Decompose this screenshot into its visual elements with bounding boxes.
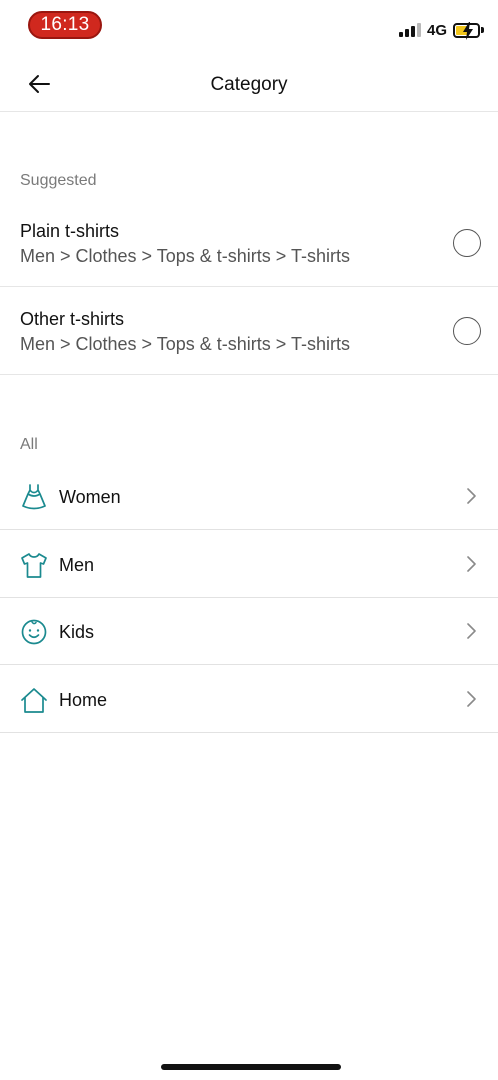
baby-face-icon — [21, 619, 47, 645]
suggested-item-name: Plain t-shirts — [20, 221, 120, 241]
category-item-home[interactable]: Home — [0, 666, 498, 733]
section-header-all: All — [20, 436, 38, 453]
category-label: Men — [59, 555, 95, 575]
chevron-right-icon — [467, 556, 476, 572]
chevron-right-icon — [467, 623, 476, 639]
category-item-kids[interactable]: Kids — [0, 598, 498, 665]
suggested-item-other-tshirts[interactable]: Other t-shirts Men > Clothes > Tops & t-… — [0, 287, 498, 375]
radio-button[interactable] — [453, 317, 481, 345]
dress-icon — [22, 484, 46, 510]
tshirt-icon — [21, 553, 47, 578]
suggested-item-path: Men > Clothes > Tops & t-shirts > T-shir… — [20, 246, 350, 266]
status-bar: 16:13 4G — [0, 0, 498, 56]
category-label: Kids — [59, 622, 95, 642]
category-item-men[interactable]: Men — [0, 531, 498, 598]
battery-cap — [481, 27, 484, 33]
status-indicators: 4G — [398, 20, 484, 40]
house-icon — [21, 688, 47, 713]
nav-bar: Category — [0, 56, 498, 112]
battery-icon — [453, 21, 480, 40]
signal-icon — [398, 23, 421, 37]
category-item-women[interactable]: Women — [0, 463, 498, 530]
category-label: Women — [59, 487, 121, 507]
page-title: Category — [210, 74, 288, 95]
category-label: Home — [59, 690, 108, 710]
suggested-item-path: Men > Clothes > Tops & t-shirts > T-shir… — [20, 334, 350, 354]
category-screen: 16:13 4G Category Suggested Plain t-shir… — [0, 0, 498, 1080]
radio-button[interactable] — [453, 229, 481, 257]
suggested-item-plain-tshirts[interactable]: Plain t-shirts Men > Clothes > Tops & t-… — [0, 199, 498, 287]
home-indicator[interactable] — [161, 1064, 341, 1070]
suggested-item-name: Other t-shirts — [20, 309, 125, 329]
status-time: 16:13 — [28, 11, 102, 39]
chevron-right-icon — [467, 691, 476, 707]
chevron-right-icon — [467, 488, 476, 504]
network-type: 4G — [426, 21, 447, 39]
section-header-suggested: Suggested — [20, 172, 97, 189]
